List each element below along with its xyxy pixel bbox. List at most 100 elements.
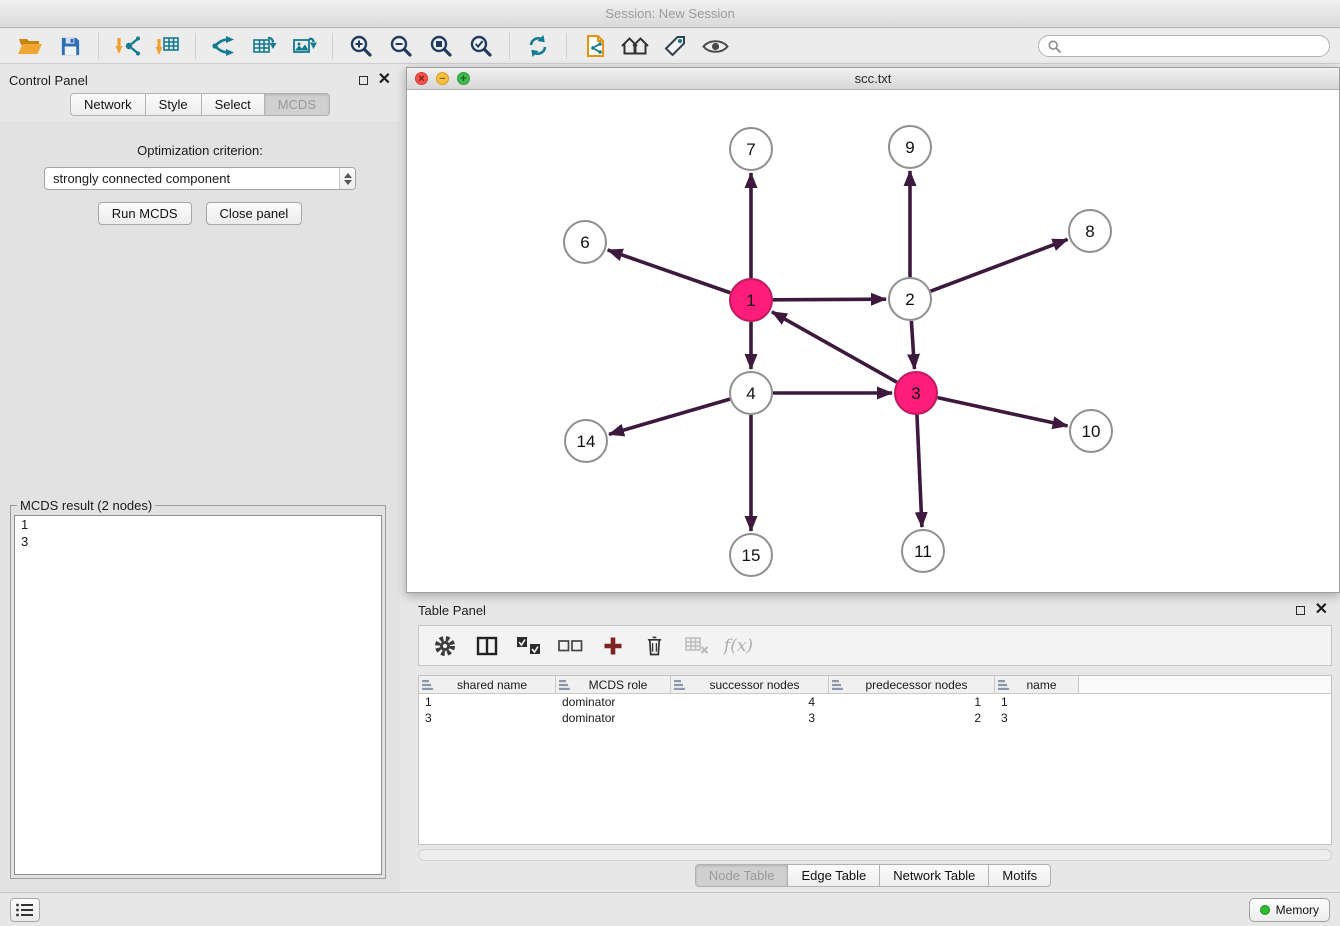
column-header-MCDS-role[interactable]: MCDS role: [556, 676, 671, 693]
task-history-button[interactable]: [10, 898, 40, 922]
graph-node-14[interactable]: 14: [565, 420, 607, 462]
deselect-all-button[interactable]: [557, 632, 584, 659]
tab-style[interactable]: Style: [145, 93, 202, 116]
table-cell[interactable]: dominator: [556, 711, 671, 725]
graph-edge-3-1[interactable]: [772, 312, 897, 382]
export-image-button[interactable]: [284, 31, 324, 61]
apply-layout-button[interactable]: [518, 31, 558, 61]
column-header-predecessor-nodes[interactable]: predecessor nodes: [829, 676, 995, 693]
table-cell[interactable]: 1: [995, 695, 1079, 709]
graph-node-1[interactable]: 1: [730, 279, 772, 321]
close-panel-icon[interactable]: ✕: [378, 75, 391, 85]
mcds-result-item[interactable]: 3: [15, 533, 381, 550]
float-table-panel-icon[interactable]: [1296, 606, 1305, 615]
graph-node-11[interactable]: 11: [902, 530, 944, 572]
table-settings-button[interactable]: [431, 632, 458, 659]
delete-row-button[interactable]: [641, 632, 668, 659]
tab-motifs[interactable]: Motifs: [988, 864, 1051, 887]
graph-edge-4-14[interactable]: [609, 399, 730, 434]
column-header-shared-name[interactable]: shared name: [419, 676, 556, 693]
tab-edge-table[interactable]: Edge Table: [787, 864, 880, 887]
mcds-result-item[interactable]: 1: [15, 516, 381, 533]
zoom-out-button[interactable]: [381, 31, 421, 61]
graph-edge-1-6[interactable]: [608, 250, 731, 293]
table-cell[interactable]: dominator: [556, 695, 671, 709]
table-cell[interactable]: 1: [829, 695, 995, 709]
import-table-from-file-button[interactable]: [147, 31, 187, 61]
toggle-graphics-details-button[interactable]: [695, 31, 735, 61]
zoom-selected-button[interactable]: [461, 31, 501, 61]
tab-mcds[interactable]: MCDS: [264, 93, 330, 116]
sort-icon[interactable]: [832, 680, 843, 690]
sort-icon[interactable]: [422, 680, 433, 690]
graph-edge-2-3[interactable]: [911, 321, 914, 369]
zoom-fit-content-button[interactable]: [421, 31, 461, 61]
status-bar: Memory: [0, 892, 1340, 926]
tab-select[interactable]: Select: [201, 93, 265, 116]
table-panel-title: Table Panel: [418, 603, 486, 618]
show-columns-button[interactable]: [473, 632, 500, 659]
table-cell[interactable]: 2: [829, 711, 995, 725]
sort-icon[interactable]: [998, 680, 1009, 690]
table-cell[interactable]: 3: [995, 711, 1079, 725]
horizontal-scrollbar[interactable]: [418, 849, 1332, 861]
column-header-successor-nodes[interactable]: successor nodes: [671, 676, 829, 693]
select-all-button[interactable]: [515, 632, 542, 659]
close-panel-button[interactable]: Close panel: [206, 202, 303, 225]
graph-node-7[interactable]: 7: [730, 128, 772, 170]
graph-edge-1-2[interactable]: [773, 299, 886, 300]
double-home-icon: [620, 34, 650, 58]
tab-node-table[interactable]: Node Table: [695, 864, 789, 887]
graph-edge-3-10[interactable]: [937, 398, 1067, 426]
save-session-button[interactable]: [50, 31, 90, 61]
new-table-button[interactable]: [244, 31, 284, 61]
sort-icon[interactable]: [674, 680, 685, 690]
search-input[interactable]: [1067, 38, 1320, 55]
delete-table-button[interactable]: [683, 632, 710, 659]
table-row[interactable]: 3dominator323: [419, 710, 1331, 726]
graph-node-9[interactable]: 9: [889, 126, 931, 168]
graph-node-3[interactable]: 3: [895, 372, 937, 414]
open-session-button[interactable]: [10, 31, 50, 61]
new-network-button[interactable]: [204, 31, 244, 61]
optimization-criterion-select[interactable]: strongly connected component: [44, 167, 356, 190]
optimization-criterion-label: Optimization criterion:: [0, 143, 400, 158]
tab-network-table[interactable]: Network Table: [879, 864, 989, 887]
add-row-button[interactable]: [599, 632, 626, 659]
table-cell[interactable]: 4: [671, 695, 829, 709]
sort-icon[interactable]: [559, 680, 570, 690]
tab-network[interactable]: Network: [70, 93, 146, 116]
zoom-in-button[interactable]: [341, 31, 381, 61]
maximize-window-button[interactable]: +: [457, 72, 470, 85]
column-header-name[interactable]: name: [995, 676, 1079, 693]
graph-node-15[interactable]: 15: [730, 534, 772, 576]
import-network-from-file-button[interactable]: [107, 31, 147, 61]
float-panel-icon[interactable]: [359, 76, 368, 85]
graph-node-4[interactable]: 4: [730, 372, 772, 414]
table-cell[interactable]: 3: [671, 711, 829, 725]
graph-node-2[interactable]: 2: [889, 278, 931, 320]
graph-node-label: 9: [905, 138, 914, 157]
graph-edge-3-11[interactable]: [917, 415, 922, 527]
graph-node-8[interactable]: 8: [1069, 210, 1111, 252]
graph-node-10[interactable]: 10: [1070, 410, 1112, 452]
run-mcds-button[interactable]: Run MCDS: [98, 202, 192, 225]
search-box[interactable]: [1038, 35, 1330, 57]
copy-network-view-button[interactable]: [575, 31, 615, 61]
graph-node-6[interactable]: 6: [564, 221, 606, 263]
mcds-result-list[interactable]: 13: [14, 515, 382, 875]
minimize-window-button[interactable]: −: [436, 72, 449, 85]
network-window-titlebar[interactable]: × − + scc.txt: [407, 68, 1339, 90]
graph-edge-2-8[interactable]: [931, 239, 1068, 291]
apply-style-button[interactable]: [655, 31, 695, 61]
table-cell[interactable]: 1: [419, 695, 556, 709]
first-neighbors-button[interactable]: [615, 31, 655, 61]
table-row[interactable]: 1dominator411: [419, 694, 1331, 710]
table-panel: Table Panel ✕: [406, 597, 1340, 891]
close-table-panel-icon[interactable]: ✕: [1315, 605, 1328, 615]
network-canvas[interactable]: 7 9 6 8 1 2 4 3 14 10 15 11: [407, 91, 1339, 592]
memory-button[interactable]: Memory: [1249, 898, 1330, 922]
function-builder-button[interactable]: f(x): [725, 632, 752, 659]
close-window-button[interactable]: ×: [415, 72, 428, 85]
table-cell[interactable]: 3: [419, 711, 556, 725]
